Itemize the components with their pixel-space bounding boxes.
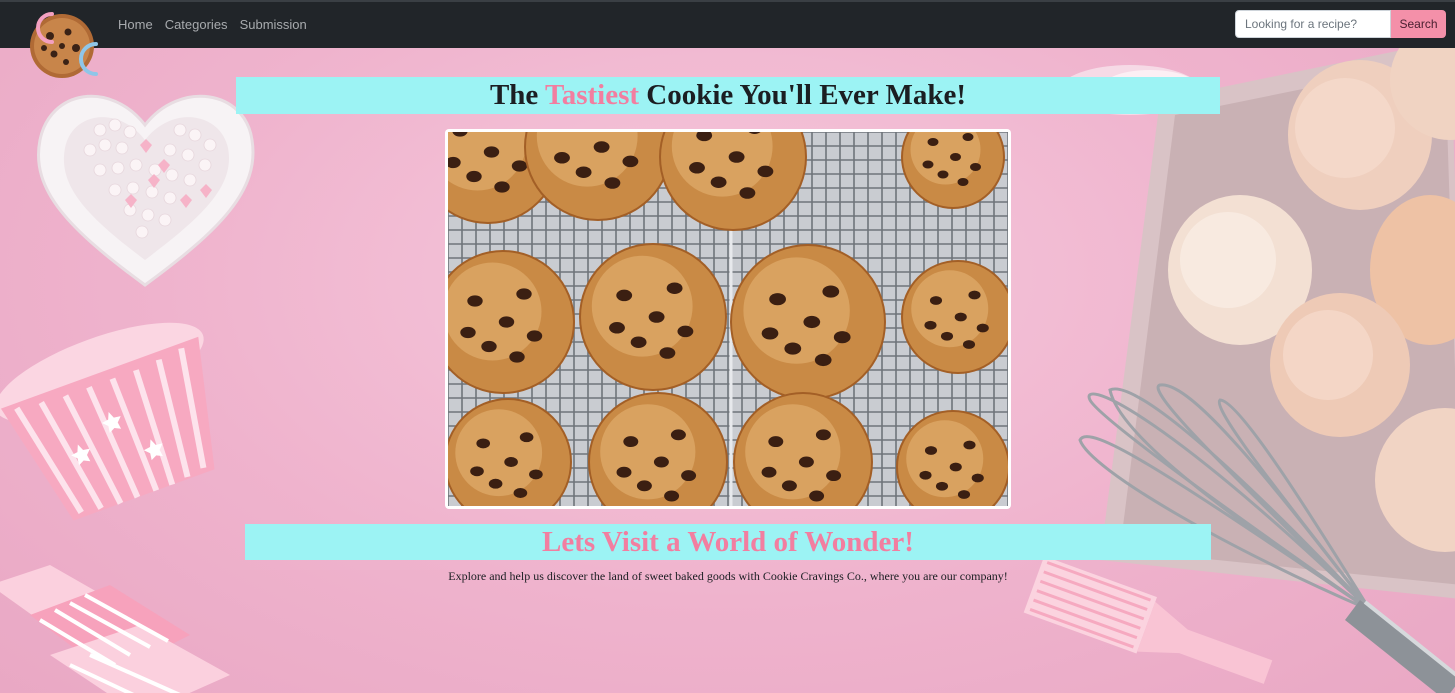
tagline-text: Explore and help us discover the land of… [448,569,1008,583]
page-title: The Tastiest Cookie You'll Ever Make! [236,77,1220,114]
nav-links: Home Categories Submission [118,17,307,32]
nav-link-home[interactable]: Home [118,17,153,32]
title-after: Cookie You'll Ever Make! [646,79,967,111]
pink-cupcake-liner-image [0,322,215,521]
nav-link-categories[interactable]: Categories [165,17,228,32]
cookies-on-cooling-rack-image [448,132,1008,506]
search-input[interactable] [1235,10,1391,38]
title-accent: Tastiest [545,79,640,111]
heart-dish-sprinkles-image [37,94,255,287]
title-before: The [489,79,539,111]
search-form: Search [1235,10,1446,38]
nav-link-submission[interactable]: Submission [240,17,307,32]
cupcake-liners-stack-image [0,565,230,693]
top-navbar: Home Categories Submission Search [0,0,1455,48]
section-subtitle: Lets Visit a World of Wonder! [245,524,1211,560]
cookie-logo-icon[interactable] [24,8,104,80]
hero-image [445,129,1011,509]
search-button[interactable]: Search [1391,10,1446,38]
